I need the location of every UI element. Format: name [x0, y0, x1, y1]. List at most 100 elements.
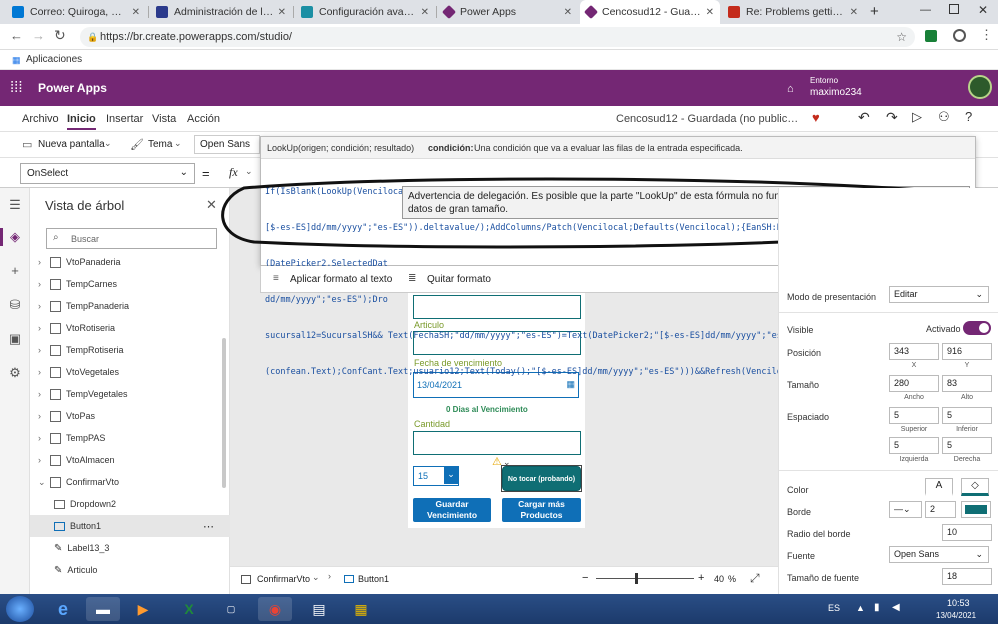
padding-top-input[interactable]: 5	[889, 407, 939, 424]
text-color-picker[interactable]: A	[925, 478, 953, 496]
tree-item-articulo[interactable]: ✎ Articulo	[30, 559, 230, 581]
star-icon[interactable]: ☆	[896, 27, 907, 47]
tree-item-vtoalmacen[interactable]: › VtoAlmacen	[30, 449, 230, 471]
zoom-slider-thumb[interactable]	[635, 573, 639, 584]
width-input[interactable]: 280	[889, 375, 939, 392]
close-icon[interactable]: ✕	[846, 7, 858, 18]
new-tab-button[interactable]: +	[870, 3, 879, 20]
folder-icon[interactable]: ▬	[86, 597, 120, 621]
clock-date[interactable]: 13/04/2021	[936, 611, 976, 620]
zoom-out-button[interactable]: −	[582, 572, 588, 584]
layers-icon[interactable]: ◈	[8, 230, 22, 244]
browser-tab[interactable]: Power Apps ✕	[438, 0, 578, 24]
height-input[interactable]: 83	[942, 375, 992, 392]
close-icon[interactable]: ✕	[417, 7, 429, 18]
theme-button[interactable]: Tema	[148, 139, 172, 150]
share-user-icon[interactable]: ⚇	[938, 109, 950, 125]
close-icon[interactable]: ✕	[560, 7, 572, 18]
menu-inicio[interactable]: Inicio	[67, 113, 96, 130]
position-x-input[interactable]: 343	[889, 343, 939, 360]
volume-icon[interactable]: ◀	[892, 602, 900, 613]
database-icon[interactable]: ⛁	[8, 298, 22, 312]
quantity-dropdown[interactable]: 15 ⌄	[413, 466, 459, 486]
language-indicator[interactable]: ES	[828, 603, 840, 613]
padding-left-input[interactable]: 5	[889, 437, 939, 454]
start-button[interactable]	[6, 596, 34, 622]
window-close-button[interactable]: ✕	[978, 3, 988, 17]
remove-format-button[interactable]: Quitar formato	[427, 274, 491, 285]
font-select[interactable]: Open Sans	[194, 135, 260, 154]
display-mode-select[interactable]: Editar ⌄	[889, 286, 989, 303]
padding-bottom-input[interactable]: 5	[942, 407, 992, 424]
status-screen-name[interactable]: ConfirmarVto	[257, 574, 310, 584]
new-screen-button[interactable]: Nueva pantalla	[38, 139, 105, 150]
chrome-icon[interactable]: ◉	[258, 597, 292, 621]
tools-icon[interactable]: ⚙	[8, 366, 22, 380]
avatar[interactable]	[968, 75, 992, 99]
apply-format-button[interactable]: Aplicar formato al texto	[290, 274, 392, 285]
tree-item-temppanaderia[interactable]: › TempPanaderia	[30, 295, 230, 317]
tree-item-temprotiseria[interactable]: › TempRotiseria	[30, 339, 230, 361]
border-style-select[interactable]: —⌄	[889, 501, 922, 518]
tree-item-vtopas[interactable]: › VtoPas	[30, 405, 230, 427]
browser-tab-active[interactable]: Cencosud12 - Guardada (n ✕	[580, 0, 720, 24]
browser-tab[interactable]: Configuración avanzada de ✕	[295, 0, 435, 24]
position-y-input[interactable]: 916	[942, 343, 992, 360]
border-width-input[interactable]: 2	[925, 501, 956, 518]
visible-toggle[interactable]	[963, 321, 991, 335]
reload-icon[interactable]: ↻	[54, 27, 66, 44]
environment-name[interactable]: maximo234	[810, 87, 862, 98]
fill-color-icon[interactable]: ◇	[961, 478, 989, 496]
forward-arrow-icon[interactable]: →	[32, 28, 45, 43]
guardar-vencimiento-button[interactable]: Guardar Vencimiento	[413, 498, 491, 522]
media-icon[interactable]: ▣	[8, 332, 22, 346]
fit-to-window-icon[interactable]: ⤢	[750, 571, 760, 586]
bookmark-apps[interactable]: Aplicaciones	[26, 54, 82, 65]
close-icon[interactable]: ✕	[274, 7, 286, 18]
redo-icon[interactable]: ↷	[886, 109, 898, 126]
menu-accion[interactable]: Acción	[187, 113, 220, 125]
excel-icon[interactable]: X	[172, 597, 206, 621]
maximize-button[interactable]	[949, 4, 959, 14]
tree-item-vtorotiseria[interactable]: › VtoRotiseria	[30, 317, 230, 339]
tree-item-temppas[interactable]: › TempPAS	[30, 427, 230, 449]
internet-explorer-icon[interactable]: e	[46, 597, 80, 621]
tree-item-button1[interactable]: Button1 ⋯	[30, 515, 230, 537]
help-icon[interactable]: ?	[965, 109, 972, 124]
tray-arrow-icon[interactable]: ▲	[856, 603, 865, 613]
browser-tab[interactable]: Re: Problems getting IDs o ✕	[722, 0, 864, 24]
media-player-icon[interactable]: ▶	[126, 597, 160, 621]
clock-time[interactable]: 10:53	[947, 598, 970, 608]
zoom-slider[interactable]	[596, 573, 694, 584]
zoom-in-button[interactable]: +	[698, 572, 704, 584]
profile-icon[interactable]	[953, 29, 966, 42]
preview-play-icon[interactable]: ▷	[912, 109, 922, 125]
property-select[interactable]: OnSelect ⌄	[20, 163, 195, 184]
kone-icon[interactable]: ▢	[214, 597, 248, 621]
menu-vista[interactable]: Vista	[152, 113, 176, 125]
font-select[interactable]: Open Sans ⌄	[889, 546, 989, 563]
undo-icon[interactable]: ↶	[858, 109, 870, 126]
apps-grid-icon[interactable]: ▦	[12, 55, 21, 66]
browser-tab[interactable]: Administración de los flujo ✕	[150, 0, 292, 24]
extension-icon[interactable]	[925, 30, 937, 42]
calculator-icon[interactable]: ▤	[302, 597, 336, 621]
padding-right-input[interactable]: 5	[942, 437, 992, 454]
status-control-name[interactable]: Button1	[358, 574, 389, 584]
url-field[interactable]: 🔒 https://br.create.powerapps.com/studio…	[80, 27, 915, 47]
tree-item-vtovegetales[interactable]: › VtoVegetales	[30, 361, 230, 383]
close-icon[interactable]: ✕	[128, 7, 140, 18]
menu-insertar[interactable]: Insertar	[106, 113, 143, 125]
back-arrow-icon[interactable]: ←	[10, 28, 23, 43]
font-size-input[interactable]: 18	[942, 568, 992, 585]
tree-item-label13-3[interactable]: ✎ Label13_3	[30, 537, 230, 559]
tree-item-tempcarnes[interactable]: › TempCarnes	[30, 273, 230, 295]
tree-item-vtopanaderia[interactable]: › VtoPanaderia	[30, 251, 230, 273]
tree-search-input[interactable]: ⌕ Buscar	[46, 228, 217, 249]
cantidad-input[interactable]	[413, 431, 581, 455]
network-icon[interactable]: ▮	[874, 602, 880, 613]
waffle-icon[interactable]: ⁞⁞⁞	[10, 79, 23, 96]
tree-item-confirmarvto[interactable]: ⌄ ConfirmarVto	[30, 471, 230, 493]
close-icon[interactable]: ✕	[702, 7, 714, 18]
border-radius-input[interactable]: 10	[942, 524, 992, 541]
